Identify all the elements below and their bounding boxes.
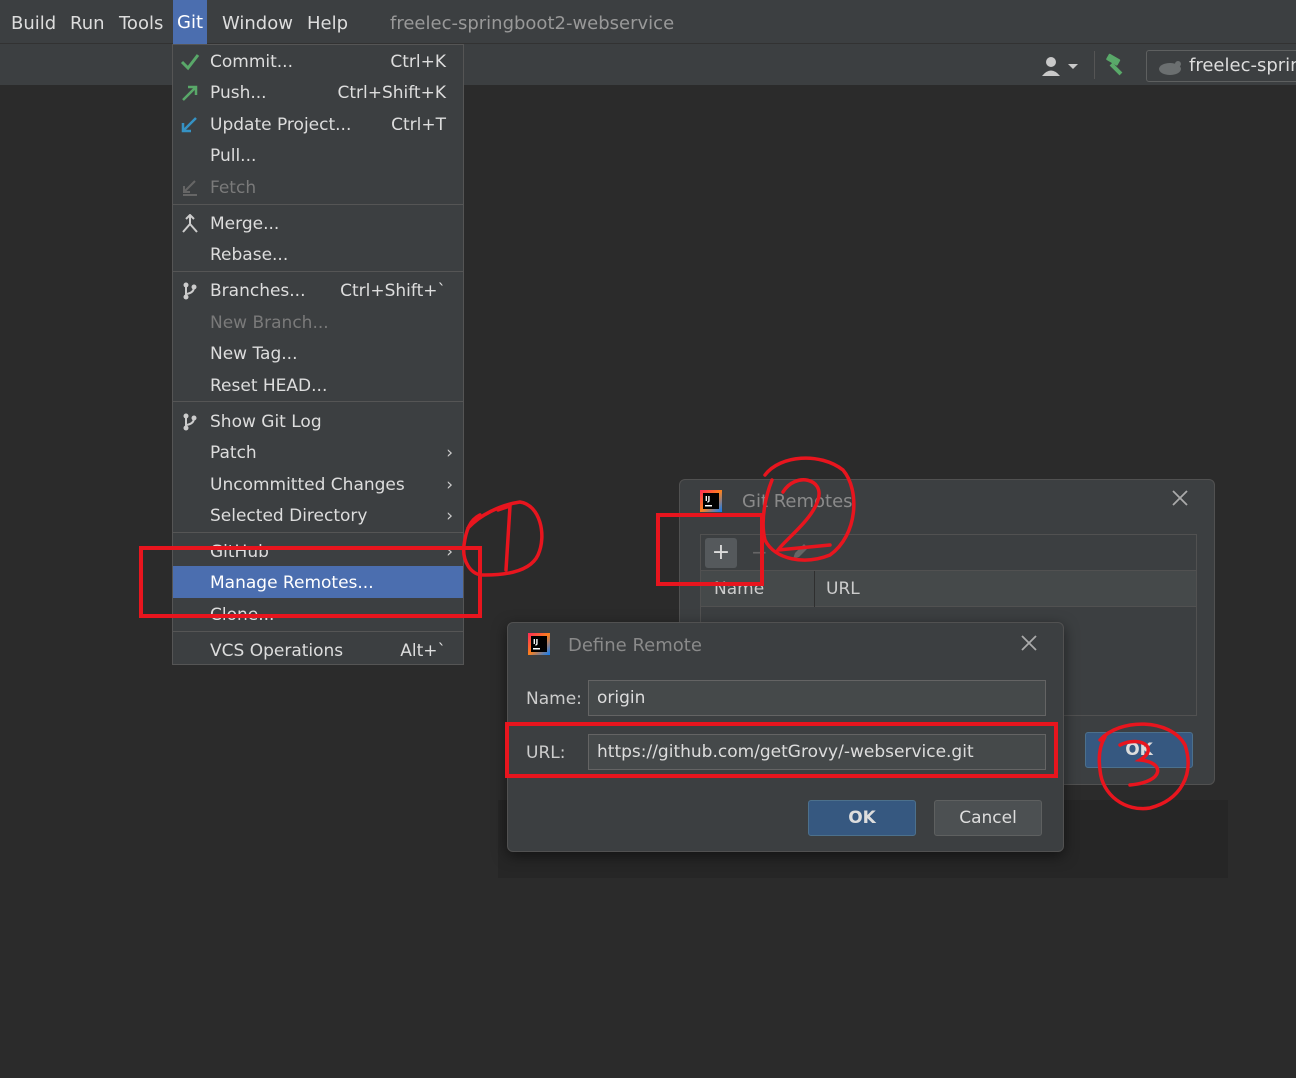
remotes-ok-button[interactable]: OK [1085, 732, 1193, 768]
menu-item-pull[interactable]: Pull... [173, 141, 463, 171]
menu-item-shortcut: Ctrl+Shift+` [340, 281, 446, 301]
submenu-arrow-icon: › [446, 542, 453, 562]
menu-item-commit[interactable]: Commit... Ctrl+K [173, 47, 463, 77]
user-dropdown-icon[interactable] [1040, 54, 1082, 78]
menu-git[interactable]: Git [173, 0, 208, 44]
menu-item-label: Clone... [210, 605, 275, 625]
close-icon[interactable] [1019, 633, 1039, 653]
define-cancel-button[interactable]: Cancel [934, 800, 1042, 836]
menu-item-shortcut: Ctrl+K [390, 52, 446, 72]
define-ok-button[interactable]: OK [808, 800, 916, 836]
menu-item-show-git-log[interactable]: Show Git Log [173, 407, 463, 437]
menu-item-new-tag[interactable]: New Tag... [173, 339, 463, 369]
menu-item-github[interactable]: GitHub › [173, 537, 463, 567]
menu-item-push[interactable]: Push... Ctrl+Shift+K [173, 78, 463, 108]
menu-separator [173, 204, 463, 205]
menu-run[interactable]: Run [70, 12, 105, 36]
menu-item-label: Update Project... [210, 115, 352, 135]
hammer-icon[interactable] [1104, 52, 1130, 78]
remotes-table-toolbar: + − [701, 535, 1196, 571]
toolbar-separator [1094, 51, 1095, 79]
menu-item-uncommitted-changes[interactable]: Uncommitted Changes › [173, 470, 463, 500]
menu-build[interactable]: Build [11, 12, 56, 36]
menu-item-selected-directory[interactable]: Selected Directory › [173, 501, 463, 531]
menu-item-shortcut: Ctrl+Shift+K [337, 83, 446, 103]
dialog-title: Define Remote [568, 635, 702, 656]
menu-item-label: VCS Operations [210, 641, 344, 661]
menu-item-label: New Tag... [210, 344, 298, 364]
svg-text:IJ: IJ [533, 638, 538, 646]
menu-item-label: GitHub [210, 542, 269, 562]
menu-item-label: Patch [210, 443, 257, 463]
menu-item-label: Rebase... [210, 245, 289, 265]
run-configuration-selector[interactable]: freelec-springboot2-webservice [1146, 50, 1296, 82]
dialog-title: Git Remotes [742, 491, 853, 512]
project-title: freelec-springboot2-webservice [390, 13, 675, 34]
menu-item-label: Uncommitted Changes [210, 475, 405, 495]
menu-item-rebase[interactable]: Rebase... [173, 240, 463, 270]
submenu-arrow-icon: › [446, 443, 453, 463]
push-arrow-icon [179, 82, 201, 104]
menu-item-label: New Branch... [210, 313, 329, 333]
menu-item-label: Commit... [210, 52, 293, 72]
column-header-url[interactable]: URL [826, 577, 860, 601]
menu-item-new-branch: New Branch... [173, 308, 463, 338]
remote-url-input[interactable] [588, 734, 1046, 770]
menu-tools[interactable]: Tools [119, 12, 163, 36]
submenu-arrow-icon: › [446, 506, 453, 526]
menu-item-label: Pull... [210, 146, 257, 166]
menu-item-label: Push... [210, 83, 267, 103]
edit-pencil-icon[interactable] [789, 541, 811, 563]
menu-item-branches[interactable]: Branches... Ctrl+Shift+` [173, 276, 463, 306]
submenu-arrow-icon: › [446, 475, 453, 495]
menu-item-label: Reset HEAD... [210, 376, 328, 396]
menu-item-reset-head[interactable]: Reset HEAD... [173, 371, 463, 401]
remotes-table-header: Name URL [701, 571, 1196, 607]
url-field-label: URL: [526, 743, 566, 763]
git-log-icon [179, 411, 201, 433]
menu-item-fetch: Fetch [173, 173, 463, 203]
menu-item-label: Branches... [210, 281, 306, 301]
menu-item-label: Show Git Log [210, 412, 322, 432]
menu-item-vcs-operations[interactable]: VCS Operations Alt+` [173, 636, 463, 666]
menu-item-merge[interactable]: Merge... [173, 209, 463, 239]
menu-item-manage-remotes[interactable]: Manage Remotes... [173, 566, 463, 598]
name-field-label: Name: [526, 689, 582, 709]
menu-bar: Build Run Tools Git Window Help freelec-… [0, 0, 1296, 44]
branch-icon [179, 280, 201, 302]
menu-help[interactable]: Help [307, 12, 348, 36]
fetch-icon [179, 177, 201, 199]
add-remote-button[interactable]: + [705, 538, 737, 568]
menu-window[interactable]: Window [222, 12, 293, 36]
menu-separator [173, 532, 463, 533]
define-remote-dialog: IJ Define Remote Name: URL: OK Cancel [507, 622, 1064, 852]
intellij-logo-icon: IJ [528, 633, 550, 655]
menu-item-shortcut: Ctrl+T [391, 115, 446, 135]
menu-item-label: Manage Remotes... [210, 573, 374, 593]
check-icon [179, 51, 201, 73]
remote-name-input[interactable] [588, 680, 1046, 716]
handwritten-number-1 [461, 500, 544, 577]
run-configuration-label: freelec-springboot2-webservice [1189, 55, 1296, 76]
menu-item-label: Merge... [210, 214, 280, 234]
close-icon[interactable] [1170, 488, 1190, 508]
update-arrow-icon [179, 114, 201, 136]
menu-item-update-project[interactable]: Update Project... Ctrl+T [173, 110, 463, 140]
menu-item-label: Selected Directory [210, 506, 368, 526]
remove-remote-button[interactable]: − [751, 541, 768, 563]
menu-separator [173, 401, 463, 402]
column-header-name[interactable]: Name [714, 577, 764, 601]
svg-text:IJ: IJ [705, 495, 710, 503]
spring-boot-icon [1157, 57, 1183, 77]
column-divider [814, 571, 815, 607]
menu-item-clone[interactable]: Clone... [173, 600, 463, 630]
menu-item-patch[interactable]: Patch › [173, 438, 463, 468]
merge-icon [179, 213, 201, 235]
menu-item-shortcut: Alt+` [400, 641, 446, 661]
menu-separator [173, 631, 463, 632]
git-dropdown-menu: Commit... Ctrl+K Push... Ctrl+Shift+K Up… [172, 44, 464, 665]
intellij-logo-icon: IJ [700, 490, 722, 512]
menu-item-label: Fetch [210, 178, 257, 198]
menu-separator [173, 271, 463, 272]
